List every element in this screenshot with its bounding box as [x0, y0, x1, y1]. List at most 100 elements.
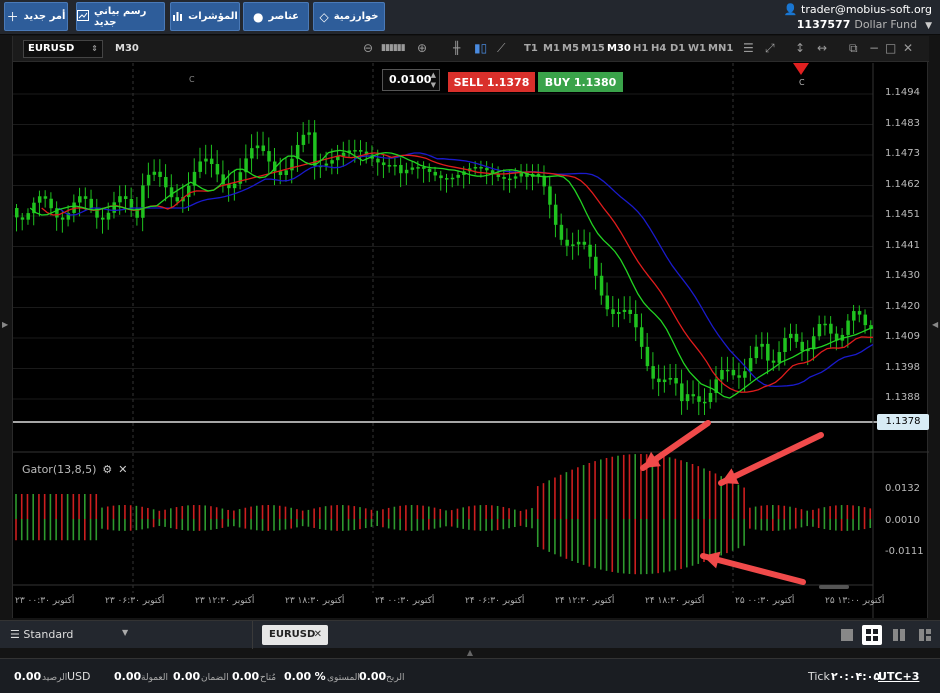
close-tab-icon[interactable]: ✕	[314, 625, 322, 645]
indicator-axis-label: 0.0132	[885, 483, 920, 494]
zoom-in-icon[interactable]: ⊕	[417, 41, 427, 55]
minimize-icon[interactable]: −	[869, 41, 879, 55]
layout-grid-button[interactable]	[862, 625, 882, 645]
candle-body	[15, 208, 19, 218]
candle-body	[559, 224, 564, 240]
price-axis-label: 1.1430	[885, 270, 920, 281]
popout-icon[interactable]: ⧉	[849, 41, 858, 56]
candle-body	[703, 401, 707, 404]
candle-body	[106, 212, 111, 220]
candle-body	[324, 163, 329, 166]
timeframe-label: M30	[115, 43, 139, 54]
tf-m30[interactable]: M30	[607, 43, 631, 54]
close-icon[interactable]: ✕	[903, 41, 913, 55]
candle-body	[43, 196, 48, 199]
panel-resize-handle[interactable]: ▲	[460, 648, 480, 658]
layout-single-button[interactable]	[840, 627, 856, 643]
candle-body	[387, 165, 392, 167]
candle-body	[691, 394, 696, 397]
candle-body	[863, 314, 868, 326]
balance-label: الرصيد	[42, 673, 68, 683]
tf-w1[interactable]: W1	[688, 43, 706, 54]
line-chart-icon[interactable]: ⟋	[497, 41, 505, 56]
buy-button[interactable]: BUY 1.1380	[538, 72, 623, 92]
algorithm-button[interactable]: ◇ خوارزمية	[313, 2, 385, 31]
layout-columns-button[interactable]	[892, 627, 908, 643]
tf-mn1[interactable]: MN1	[708, 43, 733, 54]
tf-h4[interactable]: H4	[651, 43, 666, 54]
account-menu[interactable]: 👤 trader@mobius-soft.org 1137577 Dollar F…	[784, 2, 932, 34]
workspace-select[interactable]: ☰ Standard ▼	[10, 628, 128, 641]
candle-body	[811, 336, 816, 350]
candle-body	[685, 394, 690, 402]
tf-m15[interactable]: M15	[581, 43, 605, 54]
indicator-axis-label: 0.0010	[885, 515, 920, 526]
time-axis-label: ۲۵ أكتوبر ۱۳:۰۰	[825, 596, 885, 606]
tabs-bar: ☰ Standard ▼ EURUSD ✕	[0, 620, 940, 649]
maximize-icon[interactable]: □	[885, 41, 896, 55]
timezone-select[interactable]: UTC+3	[878, 670, 919, 683]
close-indicator-icon[interactable]: ✕	[118, 463, 127, 476]
gear-icon[interactable]: ⚙	[102, 463, 112, 476]
time-axis-label: ۲۵ أكتوبر ۰۰:۳۰	[735, 596, 795, 606]
zoom-out-icon[interactable]: ⊖	[363, 41, 373, 55]
candle-body	[278, 171, 283, 175]
candle-body	[376, 158, 380, 163]
tf-t1[interactable]: T1	[524, 43, 538, 54]
candle-body	[83, 196, 88, 199]
zoom-slider[interactable]: ▮▮▮▮▮▮	[381, 43, 406, 53]
candle-body	[783, 338, 787, 353]
vertical-arrows-icon[interactable]: ↕	[795, 41, 805, 55]
candle-body	[634, 314, 638, 328]
layout-rows-button[interactable]	[918, 627, 934, 643]
time-axis-label: ۲۳ أكتوبر ۰۶:۳۰	[105, 596, 165, 606]
candle-body	[473, 167, 478, 169]
candle-body	[794, 333, 799, 342]
new-order-button[interactable]: ＋ أمر جديد	[4, 2, 68, 31]
margin-value: 0.00	[173, 670, 201, 683]
tf-m5[interactable]: M5	[562, 43, 579, 54]
tf-h1[interactable]: H1	[633, 43, 648, 54]
candle-body	[777, 352, 782, 363]
plus-icon: ＋	[6, 10, 19, 24]
indicators-button[interactable]: المؤشرات	[170, 2, 240, 31]
margin-label: الضمان	[201, 673, 229, 683]
candle-body	[708, 392, 713, 402]
new-chart-button[interactable]: رسم بياني جديد	[76, 2, 165, 31]
candle-body	[720, 370, 724, 380]
candle-body	[146, 174, 151, 186]
time-axis-label: ۲۴ أكتوبر ۰۰:۳۰	[375, 596, 435, 606]
candle-body	[594, 256, 598, 276]
sell-button[interactable]: SELL 1.1378	[448, 72, 535, 92]
candle-body	[599, 275, 604, 296]
tf-d1[interactable]: D1	[670, 43, 685, 54]
candlestick-icon[interactable]: ▮▯	[474, 41, 487, 55]
candle-body	[261, 145, 266, 152]
price-axis-label: 1.1388	[885, 392, 920, 403]
tf-m1[interactable]: M1	[543, 43, 560, 54]
balance-value: 0.00	[14, 670, 42, 683]
horizontal-lines-icon[interactable]: ☰	[743, 41, 754, 55]
candle-body	[215, 164, 220, 175]
equity-label: مُتاح	[260, 673, 277, 683]
candle-body	[846, 320, 850, 335]
bar-type-icon[interactable]: ╫	[453, 41, 460, 55]
candle-body	[519, 173, 524, 177]
candle-body	[129, 198, 134, 209]
chart-plot-area[interactable]: CC 0.0100 ▲ ▼ SELL 1.1378 BUY 1.1380 1.14…	[13, 63, 929, 618]
candle-body	[766, 343, 770, 361]
lot-size-input[interactable]: 0.0100 ▲ ▼	[382, 69, 440, 91]
left-panel-toggle-icon[interactable]: ▶	[2, 320, 8, 329]
elements-button[interactable]: ● عناصر	[243, 2, 309, 31]
candle-body	[800, 341, 804, 352]
horizontal-arrows-icon[interactable]: ↔	[817, 41, 827, 55]
fibonacci-icon[interactable]: ⤢	[765, 41, 775, 56]
chart-tab[interactable]: EURUSD ✕	[262, 625, 328, 645]
horizontal-scrollbar	[819, 585, 849, 589]
candle-body	[381, 162, 386, 166]
right-panel-toggle-icon[interactable]: ◀	[932, 320, 938, 329]
candle-body	[605, 295, 610, 310]
candle-body	[582, 241, 587, 245]
symbol-select[interactable]: EURUSD ⇕	[23, 40, 103, 58]
spinner-icon[interactable]: ▲ ▼	[431, 70, 436, 90]
